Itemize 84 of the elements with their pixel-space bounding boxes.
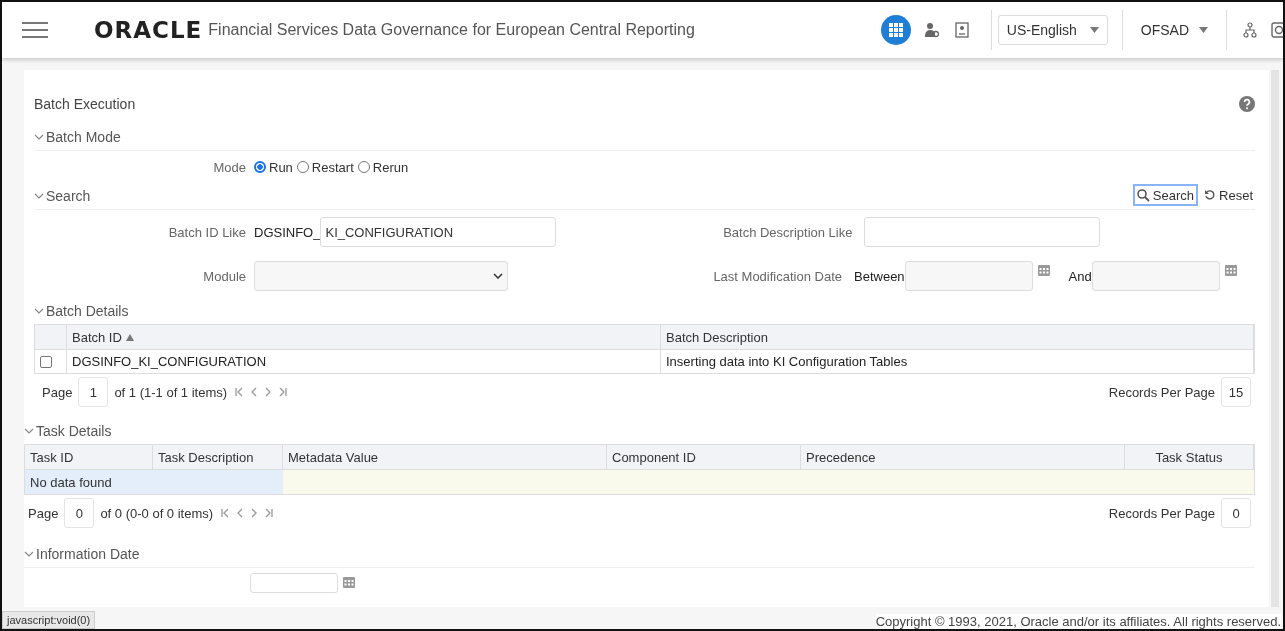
- page-number-field[interactable]: 0: [64, 498, 95, 528]
- reset-button[interactable]: Reset: [1202, 187, 1255, 203]
- last-page-icon[interactable]: [265, 508, 274, 518]
- information-date-field[interactable]: [250, 573, 338, 593]
- first-page-icon[interactable]: [221, 508, 230, 518]
- last-page-icon[interactable]: [279, 387, 288, 397]
- column-header[interactable]: Metadata Value: [283, 445, 607, 469]
- section-title: Information Date: [36, 546, 140, 562]
- radio-icon[interactable]: [357, 161, 370, 173]
- next-page-icon[interactable]: [251, 508, 258, 518]
- page-title: Batch Execution: [34, 96, 136, 112]
- page-label: Page: [28, 505, 59, 521]
- batch-description-label: Batch Description Like: [722, 224, 854, 240]
- calendar-icon[interactable]: [1036, 262, 1051, 277]
- column-header[interactable]: Batch Description: [661, 325, 1254, 349]
- logo: ORACLE: [94, 17, 203, 43]
- table-cell: DGSINFO_KI_CONFIGURATION: [67, 349, 661, 373]
- previous-page-icon[interactable]: [237, 508, 244, 518]
- column-header[interactable]: Batch ID: [67, 325, 661, 349]
- collapse-chevron-icon[interactable]: [34, 193, 44, 199]
- and-label: And: [1068, 268, 1092, 284]
- records-per-page-field[interactable]: 15: [1221, 377, 1251, 407]
- apps-grid-button[interactable]: [880, 15, 911, 45]
- column-header[interactable]: Task Status: [1125, 445, 1254, 469]
- between-label: Between: [854, 268, 905, 284]
- column-header[interactable]: Component ID: [607, 445, 801, 469]
- language-dropdown[interactable]: US-English: [997, 15, 1108, 45]
- help-icon[interactable]: [1239, 96, 1255, 112]
- hierarchy-icon[interactable]: [1243, 22, 1257, 38]
- column-header[interactable]: Task Description: [153, 445, 283, 469]
- calendar-icon[interactable]: [1223, 262, 1238, 277]
- batch-id-label: Batch ID Like: [167, 224, 247, 240]
- section-title: Task Details: [36, 423, 112, 439]
- page-summary: of 1 (1-1 of 1 items): [114, 384, 228, 400]
- user-menu[interactable]: OFSAD: [1128, 22, 1220, 38]
- sort-ascending-icon: [125, 333, 134, 341]
- page-number-field[interactable]: 1: [78, 377, 109, 407]
- next-page-icon[interactable]: [265, 387, 272, 397]
- chevron-icon: [493, 273, 503, 279]
- column-header[interactable]: Precedence: [801, 445, 1125, 469]
- menu-icon[interactable]: [22, 22, 48, 38]
- start-date-field[interactable]: [904, 261, 1033, 291]
- row-checkbox[interactable]: [40, 355, 52, 368]
- column-header[interactable]: Task ID: [25, 445, 153, 469]
- status-url: javascript:void(0): [2, 611, 96, 629]
- collapse-chevron-icon[interactable]: [24, 428, 34, 434]
- collapse-chevron-icon[interactable]: [24, 551, 34, 557]
- section-title: Batch Mode: [46, 129, 121, 145]
- caret-icon: [1089, 27, 1099, 33]
- section-title: Search: [46, 188, 91, 204]
- mode-label: Mode: [212, 159, 247, 175]
- radio-icon[interactable]: [296, 161, 309, 173]
- mode-radio[interactable]: Run: [254, 159, 293, 175]
- module-label: Module: [202, 268, 247, 284]
- table-cell: Inserting data into KI Configuration Tables: [661, 349, 1254, 373]
- records-per-page-label: Records Per Page: [1108, 505, 1215, 521]
- grid-icon: [888, 23, 903, 37]
- collapse-chevron-icon[interactable]: [34, 308, 44, 314]
- first-page-icon[interactable]: [235, 387, 244, 397]
- collapse-chevron-icon[interactable]: [34, 134, 44, 140]
- records-per-page-field[interactable]: 0: [1221, 498, 1251, 528]
- mode-radio[interactable]: Restart: [296, 159, 354, 175]
- caret-icon: [1199, 27, 1208, 33]
- radio-icon[interactable]: [254, 161, 266, 173]
- contact-card-icon[interactable]: [954, 22, 969, 38]
- mode-radio[interactable]: Rerun: [357, 159, 409, 175]
- end-date-field[interactable]: [1091, 261, 1220, 291]
- section-title: Batch Details: [46, 303, 129, 319]
- search-icon: [1136, 188, 1150, 202]
- app-title: Financial Services Data Governance for European Central Reporting: [208, 21, 695, 39]
- search-button[interactable]: Search: [1132, 184, 1199, 206]
- copyright-text: Copyright © 1993, 2021, Oracle and/or its affiliates. All rights reserved.: [875, 614, 1281, 629]
- batch-id-prefix: DGSINFO_: [254, 224, 321, 240]
- page-summary: of 0 (0-0 of 0 items): [100, 505, 214, 521]
- batch-description-field[interactable]: [864, 217, 1101, 247]
- calendar-icon[interactable]: [342, 574, 356, 589]
- previous-page-icon[interactable]: [251, 387, 258, 397]
- empty-message: No data found: [25, 469, 283, 494]
- undo-icon: [1204, 189, 1217, 201]
- page-label: Page: [42, 384, 73, 400]
- last-modification-label: Last Modification Date: [712, 268, 843, 284]
- batch-id-field[interactable]: KI_CONFIGURATION: [320, 217, 557, 247]
- records-per-page-label: Records Per Page: [1108, 384, 1215, 400]
- user-settings-icon[interactable]: [924, 22, 939, 38]
